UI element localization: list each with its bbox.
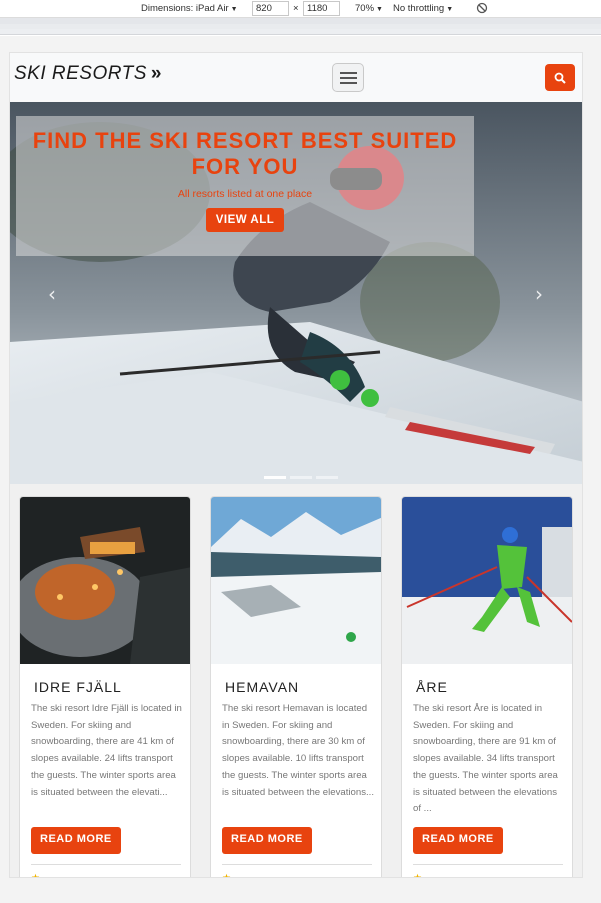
brand-title: SKI RESORTS (14, 63, 147, 84)
card-description: The ski resort Hemavan is located in Swe… (222, 703, 374, 798)
carousel-indicator[interactable] (290, 476, 312, 479)
hero-subtitle: All resorts listed at one place (177, 188, 313, 200)
devtools-device-toolbar: Dimensions: iPad Air▼ × 70%▼ No throttli… (0, 0, 601, 18)
card-divider (413, 864, 563, 865)
card-divider (31, 864, 181, 865)
menu-toggle-button[interactable] (332, 63, 364, 92)
view-all-button[interactable]: VIEW ALL (205, 208, 285, 232)
card-description: The ski resort Åre is located in Sweden.… (413, 703, 558, 815)
emulated-page: SKI RESORTS» FIND THE SKI RESORT BEST SU… (9, 52, 583, 878)
media-query-ruler (0, 18, 601, 35)
caret-down-icon: ▼ (376, 6, 383, 13)
star-icon: ★ (31, 873, 40, 877)
brand-link[interactable]: SKI RESORTS» (14, 63, 162, 85)
device-label: Dimensions: iPad Air (141, 3, 229, 14)
chevron-right-icon[interactable]: › (535, 282, 543, 306)
double-chevron-right-icon: » (150, 63, 162, 84)
throttle-select[interactable]: No throttling ▼ (393, 3, 453, 14)
throttle-label: No throttling (393, 3, 445, 14)
height-input[interactable] (303, 1, 340, 16)
idre-fjall-image (20, 497, 190, 664)
resort-card: ÅRE The ski resort Åre is located in Swe… (401, 496, 573, 877)
carousel-indicator[interactable] (264, 476, 286, 479)
hero-title: FIND THE SKI RESORT BEST SUITED FOR YOU (32, 128, 458, 179)
are-image (402, 497, 572, 664)
device-select[interactable]: Dimensions: iPad Air ▼ (141, 3, 238, 14)
caret-down-icon: ▼ (446, 6, 454, 13)
hero-caption: FIND THE SKI RESORT BEST SUITED FOR YOU … (16, 116, 474, 256)
rotate-icon[interactable] (476, 2, 488, 14)
card-divider (222, 864, 372, 865)
zoom-select[interactable]: 70% ▼ (355, 3, 383, 14)
resort-card: HEMAVAN The ski resort Hemavan is locate… (210, 496, 382, 877)
card-title: IDRE FJÄLL (34, 679, 122, 695)
chevron-left-icon[interactable]: ‹ (48, 282, 56, 306)
read-more-button[interactable]: READ MORE (31, 827, 121, 854)
resort-cards: IDRE FJÄLL The ski resort Idre Fjäll is … (10, 484, 582, 877)
star-icon: ★ (222, 873, 231, 877)
star-icon: ★ (413, 873, 422, 877)
search-icon (554, 72, 566, 84)
resort-card: IDRE FJÄLL The ski resort Idre Fjäll is … (19, 496, 191, 877)
width-input[interactable] (252, 1, 289, 16)
read-more-button[interactable]: READ MORE (413, 827, 503, 854)
read-more-button[interactable]: READ MORE (222, 827, 312, 854)
zoom-label: 70% (355, 3, 375, 14)
card-title: HEMAVAN (225, 679, 300, 695)
hemavan-image (211, 497, 381, 664)
carousel-indicator[interactable] (316, 476, 338, 479)
carousel-indicators (262, 464, 340, 479)
card-title: ÅRE (416, 679, 448, 695)
navbar: SKI RESORTS» (10, 53, 582, 102)
hamburger-icon (340, 72, 357, 74)
times-sign: × (293, 3, 299, 14)
search-button[interactable] (545, 64, 575, 91)
hero-carousel: FIND THE SKI RESORT BEST SUITED FOR YOU … (10, 102, 582, 484)
caret-down-icon: ▼ (230, 6, 238, 13)
card-description: The ski resort Idre Fjäll is located in … (31, 703, 182, 798)
